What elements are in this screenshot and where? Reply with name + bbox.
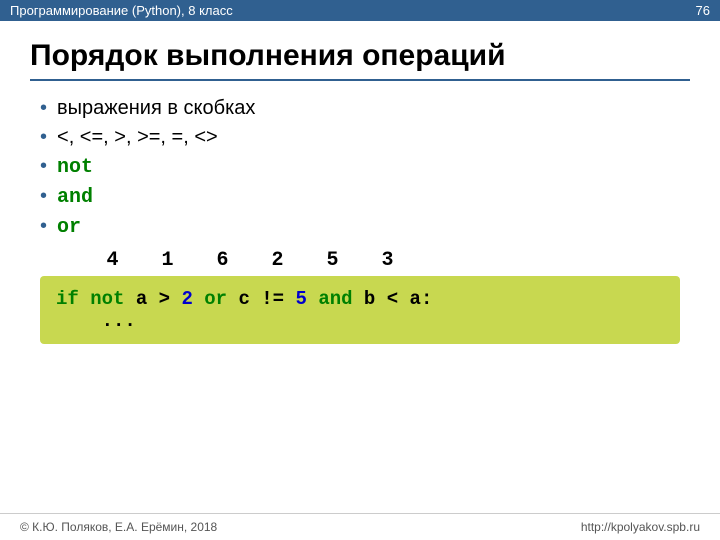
code-space3: c != xyxy=(227,288,295,310)
num-5: 5 xyxy=(305,249,360,272)
code-space1: a > xyxy=(124,288,181,310)
page-number: 76 xyxy=(696,3,710,18)
footer-url: http://kpolyakov.spb.ru xyxy=(581,520,700,534)
code-space2 xyxy=(193,288,204,310)
num-4: 4 xyxy=(85,249,140,272)
list-item: выражения в скобках xyxy=(40,97,690,120)
bullet-text-and: and xyxy=(57,186,93,209)
bullet-list: выражения в скобках <, <=, >, >=, =, <> … xyxy=(40,97,690,239)
code-b-a: b < a: xyxy=(353,288,433,310)
top-bar: Программирование (Python), 8 класс 76 xyxy=(0,0,720,21)
slide-title: Порядок выполнения операций xyxy=(30,39,690,81)
code-5: 5 xyxy=(296,288,307,310)
code-line-1: if not a > 2 or c != 5 and b < a: xyxy=(56,288,664,310)
list-item: and xyxy=(40,185,690,209)
num-6: 6 xyxy=(195,249,250,272)
bullet-text-not: not xyxy=(57,156,93,179)
code-and: and xyxy=(318,288,352,310)
footer-copyright: © К.Ю. Поляков, Е.А. Ерёмин, 2018 xyxy=(20,520,217,534)
code-space4 xyxy=(307,288,318,310)
code-not: not xyxy=(90,288,124,310)
slide-area: Порядок выполнения операций выражения в … xyxy=(0,21,720,354)
list-item: <, <=, >, >=, =, <> xyxy=(40,126,690,149)
footer: © К.Ю. Поляков, Е.А. Ерёмин, 2018 http:/… xyxy=(0,513,720,540)
num-2: 2 xyxy=(250,249,305,272)
course-title: Программирование (Python), 8 класс xyxy=(10,3,233,18)
code-line-2: ... xyxy=(56,310,664,332)
list-item: or xyxy=(40,215,690,239)
bullet-text: выражения в скобках xyxy=(57,97,255,120)
code-block: if not a > 2 or c != 5 and b < a: ... xyxy=(40,276,680,344)
num-1: 1 xyxy=(140,249,195,272)
bullet-text: <, <=, >, >=, =, <> xyxy=(57,126,218,149)
code-if: if xyxy=(56,288,90,310)
bullet-text-or: or xyxy=(57,216,81,239)
list-item: not xyxy=(40,155,690,179)
numbers-row: 4 1 6 2 5 3 xyxy=(85,249,690,272)
num-3: 3 xyxy=(360,249,415,272)
code-ellipsis: ... xyxy=(56,310,136,332)
code-or: or xyxy=(204,288,227,310)
code-2: 2 xyxy=(181,288,192,310)
